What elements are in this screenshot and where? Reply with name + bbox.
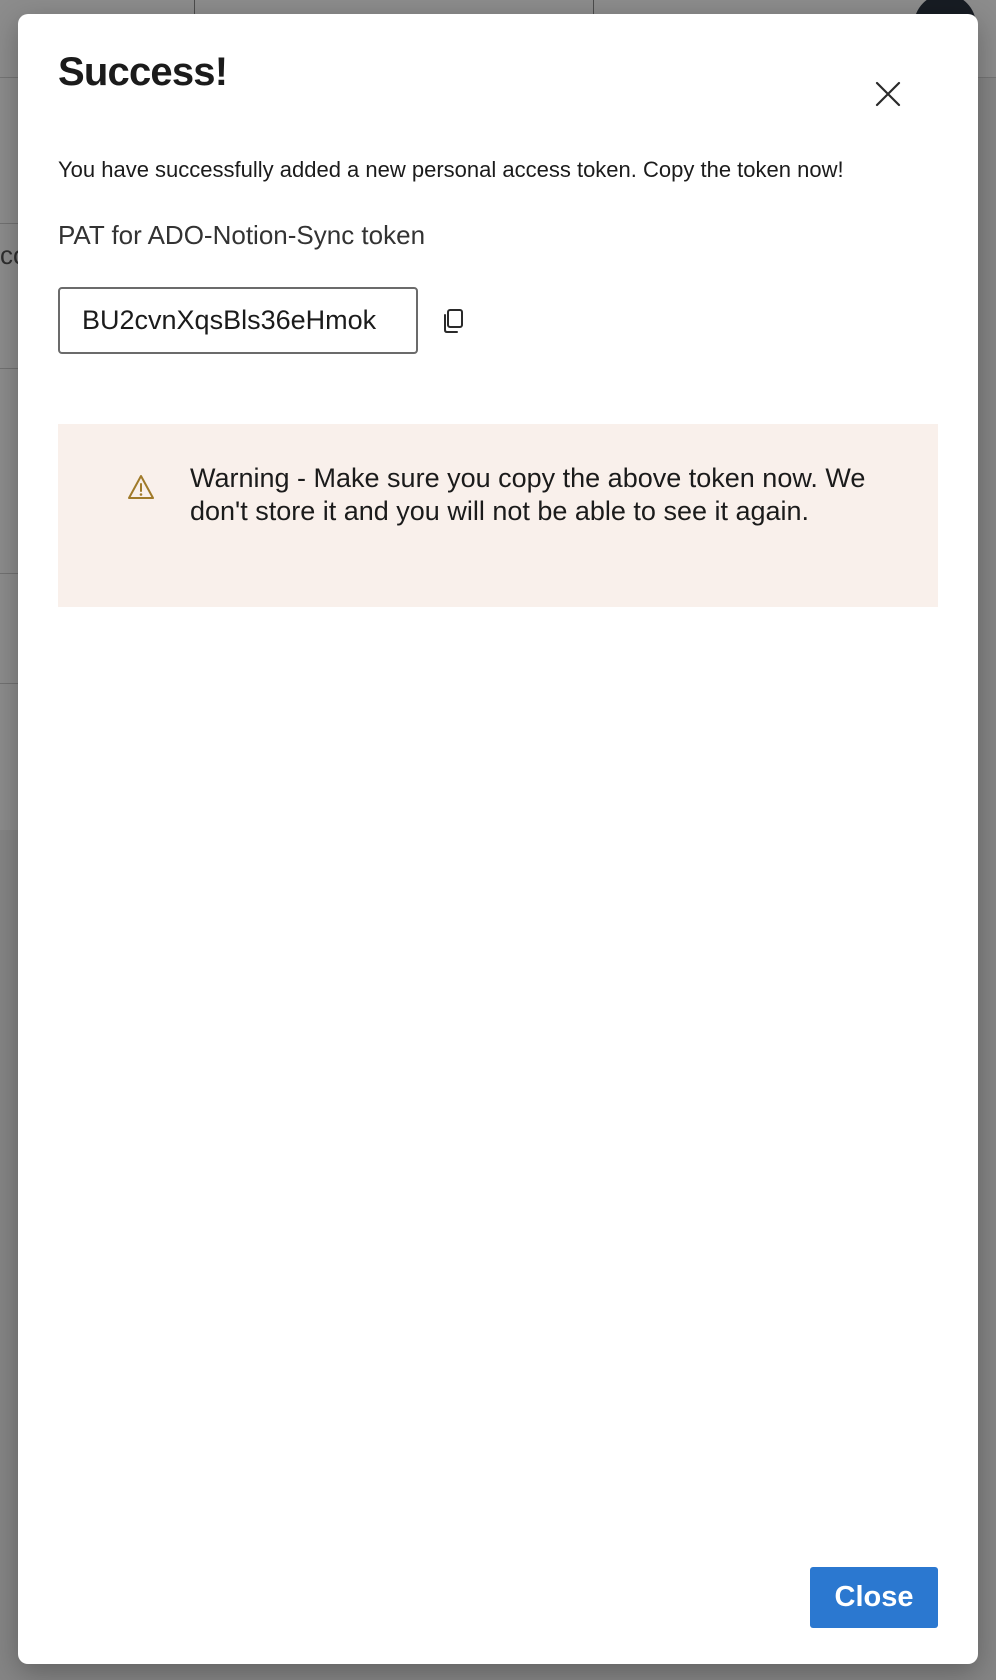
copy-icon [444,309,463,333]
warning-message-bar: Warning - Make sure you copy the above t… [58,424,938,607]
warning-icon [128,475,154,499]
dialog-title: Success! [58,50,228,94]
token-label: PAT for ADO-Notion-Sync token [58,220,426,250]
close-button[interactable]: Close [810,1567,938,1628]
success-dialog: Success! You have successfully added a n… [18,14,978,1664]
close-dialog-button[interactable] [864,70,912,118]
copy-token-button[interactable] [436,304,470,338]
token-field[interactable] [58,287,418,354]
success-message: You have successfully added a new person… [58,157,844,182]
close-icon [875,81,901,107]
warning-text: Warning - Make sure you copy the above t… [190,463,866,526]
